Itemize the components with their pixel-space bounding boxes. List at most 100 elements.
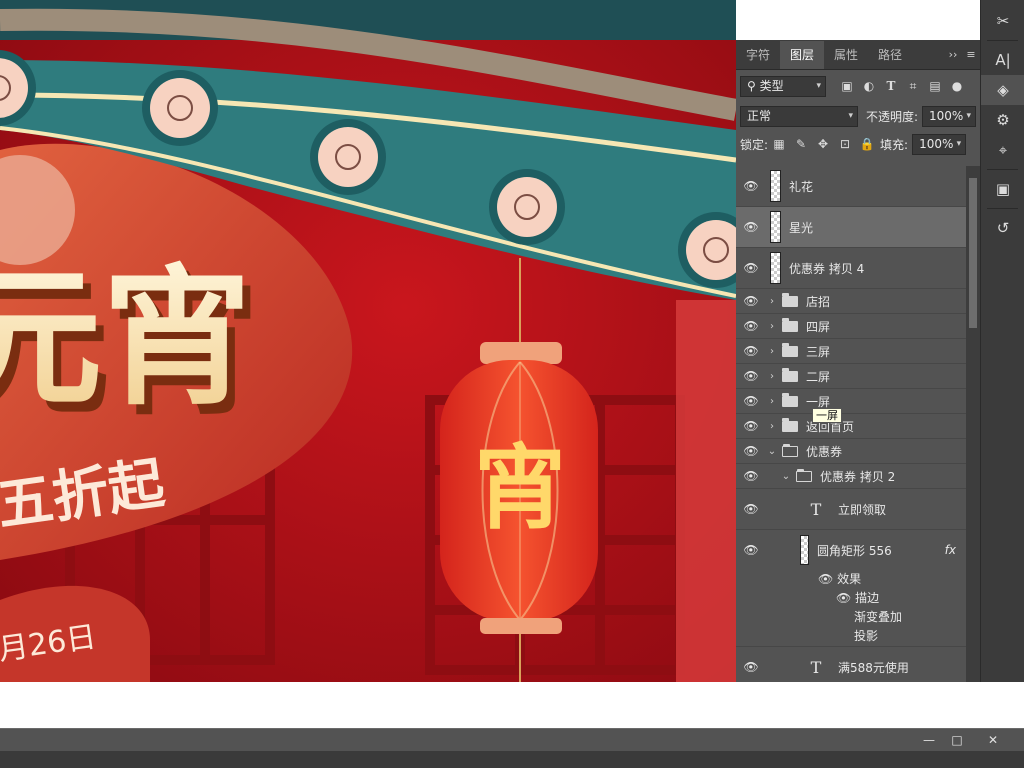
- type-filter-icon[interactable]: T: [880, 75, 902, 97]
- visibility-eye-icon[interactable]: 👁: [818, 572, 833, 586]
- layers-panel-icon[interactable]: ◈: [981, 75, 1024, 105]
- chevron-right-icon[interactable]: ›: [766, 396, 778, 407]
- blend-mode-value: 正常: [747, 108, 772, 123]
- effect-label: 渐变叠加: [854, 610, 903, 624]
- fill-input[interactable]: 100% ▾: [912, 133, 967, 155]
- group-row[interactable]: 👁 › 一屏: [736, 389, 966, 414]
- filter-kind-label: 类型: [759, 78, 784, 93]
- chevron-down-icon: ▾: [848, 110, 853, 121]
- pixel-filter-icon[interactable]: ▣: [836, 75, 858, 97]
- lock-label: 锁定:: [740, 137, 769, 152]
- smart-object-filter-icon[interactable]: ▤: [924, 75, 946, 97]
- effect-item[interactable]: 渐变叠加: [818, 608, 966, 627]
- restore-button[interactable]: □: [944, 731, 970, 749]
- folder-open-icon: [796, 468, 812, 482]
- layer-thumbnail: [770, 170, 781, 202]
- group-row-expanded[interactable]: 👁 ⌄ 优惠券: [736, 439, 966, 464]
- collapse-panels-button[interactable]: ››: [944, 41, 962, 69]
- tab-paths[interactable]: 路径: [868, 41, 912, 69]
- group-row[interactable]: 👁 › 四屏: [736, 314, 966, 339]
- visibility-eye-icon[interactable]: 👁: [736, 344, 766, 358]
- chevron-down-icon[interactable]: ⌄: [780, 471, 792, 482]
- lock-transparency-icon[interactable]: ▦: [768, 133, 790, 155]
- effect-item[interactable]: 投影: [818, 627, 966, 646]
- opacity-input[interactable]: 100% ▾: [922, 105, 976, 127]
- close-button[interactable]: ✕: [980, 731, 1006, 749]
- visibility-eye-icon[interactable]: 👁: [736, 319, 766, 333]
- lock-all-icon[interactable]: 🔒: [856, 133, 878, 155]
- group-row[interactable]: 👁 › 三屏: [736, 339, 966, 364]
- fill-label: 填充:: [880, 137, 909, 152]
- layer-name-tooltip: 一屏: [812, 408, 842, 423]
- visibility-eye-icon[interactable]: 👁: [736, 261, 766, 275]
- group-name: 三屏: [806, 344, 831, 359]
- visibility-eye-icon[interactable]: 👁: [736, 444, 766, 458]
- tab-character[interactable]: 字符: [736, 41, 780, 69]
- filter-kind-select[interactable]: ⚲ 类型 ▾: [740, 75, 826, 97]
- artboard-lock-icon[interactable]: ⊡: [834, 133, 856, 155]
- character-panel-icon[interactable]: A|: [981, 45, 1024, 75]
- visibility-eye-icon[interactable]: 👁: [736, 502, 766, 516]
- paths-panel-icon[interactable]: ⌖: [981, 135, 1024, 165]
- channels-panel-icon[interactable]: ⚙: [981, 105, 1024, 135]
- tab-properties[interactable]: 属性: [824, 41, 868, 69]
- tab-layers[interactable]: 图层: [780, 41, 825, 69]
- fill-value: 100%: [919, 136, 954, 151]
- group-row-expanded[interactable]: 👁 ⌄ 优惠券 拷贝 2: [736, 464, 966, 489]
- layers-list: 👁 礼花 👁 星光 👁 优惠券 拷贝 4 👁 › 店招 👁 › 四屏 👁 › 三…: [736, 166, 966, 682]
- effects-header[interactable]: 👁 效果: [818, 570, 966, 589]
- visibility-eye-icon[interactable]: 👁: [736, 394, 766, 408]
- type-layer-icon: T: [810, 657, 822, 677]
- chevron-right-icon[interactable]: ›: [766, 296, 778, 307]
- group-name: 优惠券 拷贝 2: [820, 469, 896, 484]
- layer-row-selected[interactable]: 👁 星光: [736, 207, 966, 248]
- history-panel-icon[interactable]: ↺: [981, 213, 1024, 243]
- group-name: 店招: [806, 294, 831, 309]
- chevron-right-icon[interactable]: ›: [766, 371, 778, 382]
- document-canvas[interactable]: 元宵 元宵 五折起 月26日 宵: [0, 0, 736, 682]
- visibility-eye-icon[interactable]: 👁: [736, 220, 766, 234]
- text-layer-row[interactable]: 👁 T 满588元使用: [736, 647, 966, 682]
- layer-name: 满588元使用: [838, 660, 909, 675]
- folder-icon: [782, 417, 798, 432]
- search-icon: ⚲: [747, 78, 756, 93]
- panel-dock: ✂ A| ◈ ⚙ ⌖ ▣ ↺: [980, 0, 1024, 682]
- visibility-eye-icon[interactable]: 👁: [736, 419, 766, 433]
- layer-row[interactable]: 👁 优惠券 拷贝 4: [736, 248, 966, 289]
- blend-mode-select[interactable]: 正常 ▾: [740, 105, 858, 127]
- visibility-eye-icon[interactable]: 👁: [836, 591, 851, 605]
- properties-panel-icon[interactable]: ▣: [981, 174, 1024, 204]
- chevron-right-icon[interactable]: ›: [766, 321, 778, 332]
- chevron-down-icon[interactable]: ⌄: [766, 446, 778, 457]
- lock-position-icon[interactable]: ✥: [812, 133, 834, 155]
- adjustment-filter-icon[interactable]: ◐: [858, 75, 880, 97]
- group-row[interactable]: 👁 › 返回首页: [736, 414, 966, 439]
- layer-name: 优惠券 拷贝 4: [789, 261, 865, 276]
- visibility-eye-icon[interactable]: 👁: [736, 294, 766, 308]
- visibility-eye-icon[interactable]: 👁: [736, 179, 766, 193]
- lock-image-pixels-icon[interactable]: ✎: [790, 133, 812, 155]
- layer-row[interactable]: 👁 礼花: [736, 166, 966, 207]
- panel-menu-button[interactable]: ≡: [962, 41, 980, 69]
- text-layer-row[interactable]: 👁 T 立即领取: [736, 489, 966, 530]
- layer-effects-icon[interactable]: fx: [945, 543, 956, 557]
- layer-name: 圆角矩形 556: [817, 543, 892, 558]
- shape-filter-icon[interactable]: ⌗: [902, 75, 924, 97]
- visibility-eye-icon[interactable]: 👁: [736, 469, 766, 483]
- group-row[interactable]: 👁 › 二屏: [736, 364, 966, 389]
- shape-layer-row[interactable]: 👁 圆角矩形 556 fx: [736, 530, 966, 570]
- visibility-eye-icon[interactable]: 👁: [736, 543, 766, 557]
- chevron-right-icon[interactable]: ›: [766, 346, 778, 357]
- effect-label: 投影: [854, 629, 879, 643]
- visibility-eye-icon[interactable]: 👁: [736, 660, 766, 674]
- minimize-button[interactable]: —: [916, 731, 942, 749]
- group-row[interactable]: 👁 › 店招: [736, 289, 966, 314]
- scrollbar-thumb[interactable]: [969, 178, 977, 328]
- visibility-eye-icon[interactable]: 👁: [736, 369, 766, 383]
- chevron-right-icon[interactable]: ›: [766, 421, 778, 432]
- pillar: [676, 300, 736, 682]
- tools-icon[interactable]: ✂: [981, 6, 1024, 36]
- layers-scrollbar[interactable]: [966, 166, 980, 682]
- effect-item[interactable]: 👁 描边: [818, 589, 966, 608]
- filter-toggle-icon[interactable]: ●: [946, 75, 968, 97]
